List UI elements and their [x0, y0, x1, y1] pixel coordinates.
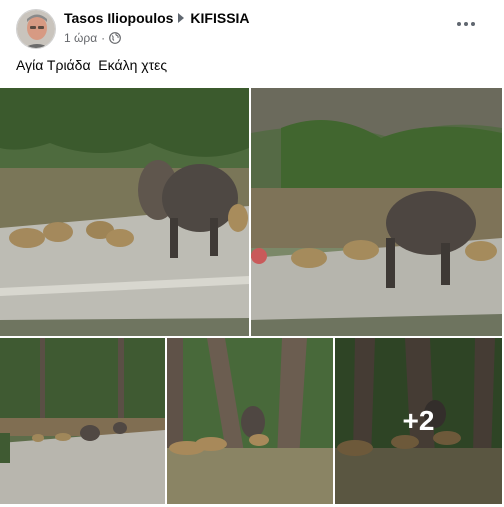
- more-photos-overlay[interactable]: +2: [335, 338, 502, 504]
- post-meta: 1 ώρα ·: [64, 31, 122, 45]
- avatar-image: [17, 10, 55, 48]
- author-line: Tasos Iliopoulos KIFISSIA: [64, 10, 250, 26]
- post-photo-5[interactable]: +2: [335, 338, 502, 504]
- photo-image: [0, 338, 165, 504]
- post-text: Αγία Τριάδα Εκάλη χτες: [16, 57, 168, 73]
- post-photo-2[interactable]: [251, 88, 502, 336]
- photo-image: [251, 88, 502, 336]
- post-header: Tasos Iliopoulos KIFISSIA 1 ώρα ·: [0, 0, 504, 56]
- more-options-icon[interactable]: [452, 14, 480, 34]
- meta-separator: ·: [101, 31, 106, 45]
- post-photo-4[interactable]: [167, 338, 333, 504]
- arrow-right-icon: [178, 13, 185, 23]
- post-photo-1[interactable]: [0, 88, 249, 336]
- globe-icon: [109, 32, 122, 44]
- group-name[interactable]: KIFISSIA: [190, 10, 249, 26]
- post-photo-3[interactable]: [0, 338, 165, 504]
- author-avatar[interactable]: [16, 9, 56, 49]
- photo-image: [0, 88, 249, 336]
- photo-image: [167, 338, 333, 504]
- more-photos-count: +2: [402, 405, 435, 436]
- post-timestamp[interactable]: 1 ώρα: [64, 31, 97, 45]
- author-name[interactable]: Tasos Iliopoulos: [64, 10, 173, 26]
